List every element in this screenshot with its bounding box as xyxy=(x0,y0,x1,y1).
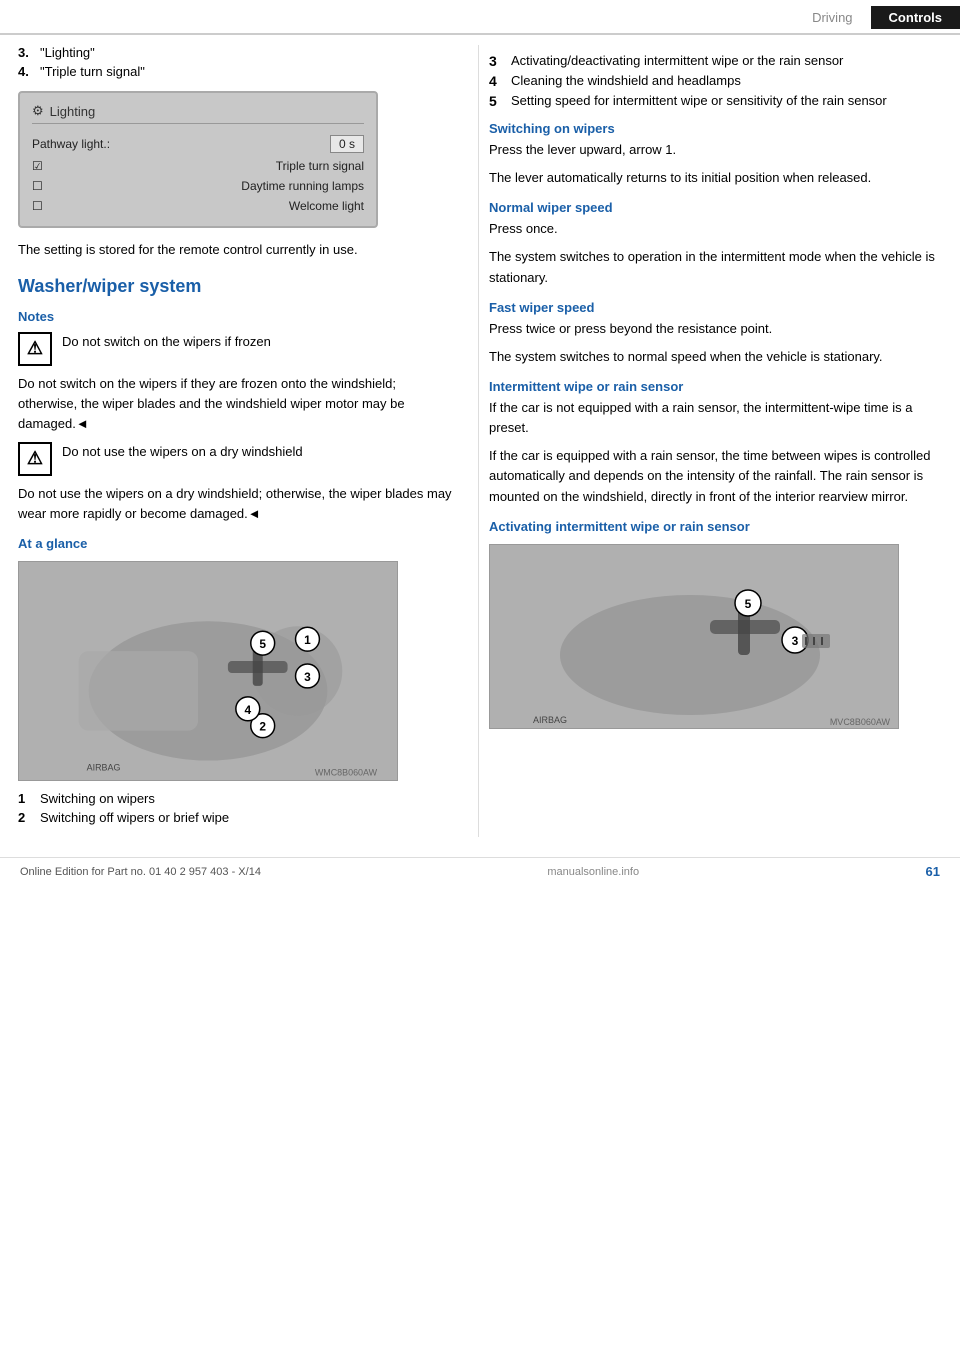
list-item: 3 Activating/deactivating intermittent w… xyxy=(489,53,938,69)
page-header: Driving Controls xyxy=(0,0,960,35)
switching-on-heading: Switching on wipers xyxy=(489,121,938,136)
list-item: 2 Switching off wipers or brief wipe xyxy=(18,810,454,825)
svg-text:1: 1 xyxy=(304,633,311,647)
left-column: 3. "Lighting" 4. "Triple turn signal" ⚙ … xyxy=(18,45,478,837)
list-item: 5 Setting speed for intermittent wipe or… xyxy=(489,93,938,109)
right-column: 3 Activating/deactivating intermittent w… xyxy=(478,45,938,837)
svg-text:MVC8B060AW: MVC8B060AW xyxy=(830,717,891,727)
list-item: 4 Cleaning the windshield and headlamps xyxy=(489,73,938,89)
list-item: 4. "Triple turn signal" xyxy=(18,64,454,79)
svg-text:4: 4 xyxy=(244,703,251,717)
list-text: "Lighting" xyxy=(40,45,95,60)
svg-text:WMC8B060AW: WMC8B060AW xyxy=(315,768,378,778)
warning-text-2: Do not use the wipers on a dry windshiel… xyxy=(62,442,303,462)
glance-svg: 1 2 3 4 5 WMC8B060AW AIRBAG xyxy=(19,561,397,781)
warning-box-1: ⚠ Do not switch on the wipers if frozen xyxy=(18,332,454,366)
fast-speed-text1: Press twice or press beyond the resistan… xyxy=(489,319,938,339)
screen-row-label: Daytime running lamps xyxy=(241,179,364,193)
fast-speed-text2: The system switches to normal speed when… xyxy=(489,347,938,367)
screen-row-label: Triple turn signal xyxy=(276,159,364,173)
svg-text:5: 5 xyxy=(259,637,266,651)
warning-icon-1: ⚠ xyxy=(18,332,52,366)
warning-icon-2: ⚠ xyxy=(18,442,52,476)
warning-text-1: Do not switch on the wipers if frozen xyxy=(62,332,271,352)
section-heading-washer: Washer/wiper system xyxy=(18,276,454,297)
right-image: 3 5 AIRBAG MVC8B060AW xyxy=(489,544,899,729)
list-num: 3. xyxy=(18,45,32,60)
screen-row-label: Pathway light.: xyxy=(32,137,110,151)
svg-text:5: 5 xyxy=(745,597,752,611)
list-text: Setting speed for intermittent wipe or s… xyxy=(511,93,887,109)
list-text: Activating/deactivating intermittent wip… xyxy=(511,53,843,69)
activating-heading: Activating intermittent wipe or rain sen… xyxy=(489,519,938,534)
list-text: Switching off wipers or brief wipe xyxy=(40,810,229,825)
list-item: 1 Switching on wipers xyxy=(18,791,454,806)
svg-text:AIRBAG: AIRBAG xyxy=(87,763,121,773)
switching-on-text1: Press the lever upward, arrow 1. xyxy=(489,140,938,160)
intro-list: 3. "Lighting" 4. "Triple turn signal" xyxy=(18,45,454,79)
intermittent-text2: If the car is equipped with a rain senso… xyxy=(489,446,938,506)
fast-speed-heading: Fast wiper speed xyxy=(489,300,938,315)
list-num: 4 xyxy=(489,73,503,89)
tab-driving[interactable]: Driving xyxy=(794,6,870,29)
screen-row-welcome: Welcome light xyxy=(32,196,364,216)
list-num: 3 xyxy=(489,53,503,69)
screen-title: ⚙ Lighting xyxy=(32,103,364,124)
normal-speed-text2: The system switches to operation in the … xyxy=(489,247,938,287)
footer-watermark: manualsonline.info xyxy=(547,866,639,878)
activating-svg: 3 5 AIRBAG MVC8B060AW xyxy=(490,545,899,729)
intermittent-heading: Intermittent wipe or rain sensor xyxy=(489,379,938,394)
svg-text:3: 3 xyxy=(304,670,311,684)
at-a-glance-heading: At a glance xyxy=(18,536,454,551)
list-item: 3. "Lighting" xyxy=(18,45,454,60)
screen-mockup: ⚙ Lighting Pathway light.: 0 s Triple tu… xyxy=(18,91,378,228)
notes-heading: Notes xyxy=(18,309,454,324)
glance-image: 1 2 3 4 5 WMC8B060AW AIRBAG xyxy=(18,561,398,781)
screen-icon: ⚙ xyxy=(32,103,44,119)
list-text: Switching on wipers xyxy=(40,791,155,806)
svg-text:AIRBAG: AIRBAG xyxy=(533,715,567,725)
list-text: Cleaning the windshield and headlamps xyxy=(511,73,741,89)
car-image: 1 2 3 4 5 WMC8B060AW AIRBAG xyxy=(19,562,397,780)
switching-on-text2: The lever automatically returns to its i… xyxy=(489,168,938,188)
screen-row-daytime: Daytime running lamps xyxy=(32,176,364,196)
svg-text:3: 3 xyxy=(792,634,799,648)
page-body: 3. "Lighting" 4. "Triple turn signal" ⚙ … xyxy=(0,45,960,837)
warning-detail-1: Do not switch on the wipers if they are … xyxy=(18,374,454,434)
list-num: 5 xyxy=(489,93,503,109)
screen-row-label: Welcome light xyxy=(289,199,364,213)
svg-text:2: 2 xyxy=(259,720,266,734)
page-footer: Online Edition for Part no. 01 40 2 957 … xyxy=(0,857,960,885)
screen-row-value: 0 s xyxy=(330,135,364,153)
intermittent-text1: If the car is not equipped with a rain s… xyxy=(489,398,938,438)
caption-text: The setting is stored for the remote con… xyxy=(18,240,454,260)
warning-detail-2: Do not use the wipers on a dry windshiel… xyxy=(18,484,454,524)
screen-row-triple: Triple turn signal xyxy=(32,156,364,176)
list-num: 4. xyxy=(18,64,32,79)
footer-page: 61 xyxy=(926,864,940,879)
footer-text: Online Edition for Part no. 01 40 2 957 … xyxy=(20,866,261,878)
list-text: "Triple turn signal" xyxy=(40,64,145,79)
right-intro-list: 3 Activating/deactivating intermittent w… xyxy=(489,53,938,109)
screen-row-pathway: Pathway light.: 0 s xyxy=(32,132,364,156)
tab-controls[interactable]: Controls xyxy=(871,6,960,29)
warning-box-2: ⚠ Do not use the wipers on a dry windshi… xyxy=(18,442,454,476)
normal-speed-text1: Press once. xyxy=(489,219,938,239)
screen-title-text: Lighting xyxy=(50,104,96,119)
list-num: 1 xyxy=(18,791,32,806)
normal-speed-heading: Normal wiper speed xyxy=(489,200,938,215)
header-tabs: Driving Controls xyxy=(794,6,960,29)
glance-items-list: 1 Switching on wipers 2 Switching off wi… xyxy=(18,791,454,825)
list-num: 2 xyxy=(18,810,32,825)
